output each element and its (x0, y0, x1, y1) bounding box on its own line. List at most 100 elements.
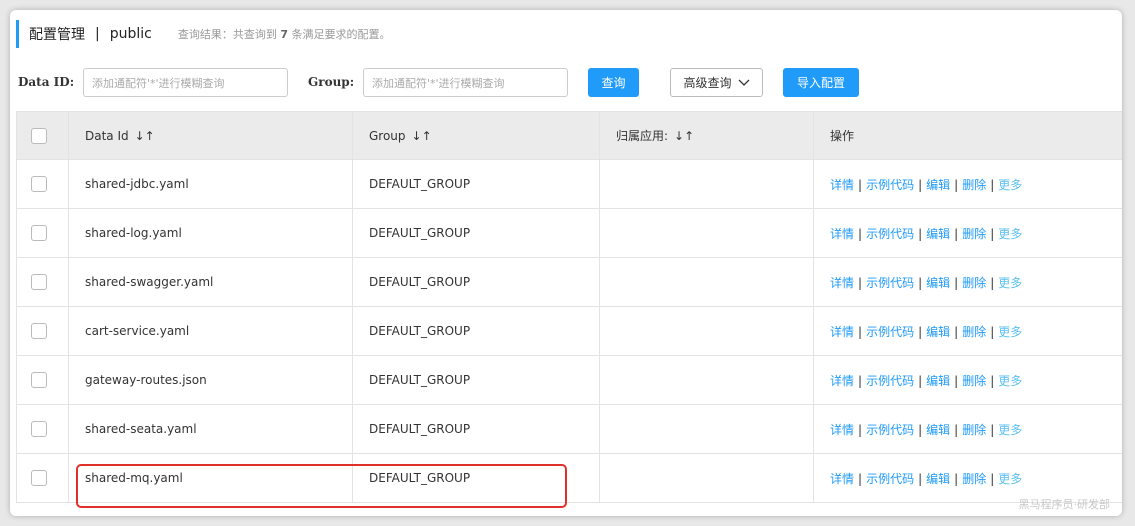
detail-link[interactable]: 详情 (830, 276, 854, 290)
more-link[interactable]: 更多 (998, 276, 1022, 290)
action-separator: | (858, 471, 863, 486)
sample-code-link[interactable]: 示例代码 (866, 423, 914, 437)
namespace-label: public (109, 26, 152, 42)
sample-code-link[interactable]: 示例代码 (866, 374, 914, 388)
delete-link[interactable]: 删除 (962, 423, 986, 437)
action-separator: | (858, 275, 863, 290)
action-separator: | (990, 226, 995, 241)
row-checkbox-cell (16, 159, 69, 209)
group-input[interactable]: 添加通配符'*'进行模糊查询 (363, 68, 568, 97)
action-separator: | (918, 471, 923, 486)
app-cell (599, 208, 814, 258)
select-all-checkbox[interactable] (31, 127, 47, 144)
more-link[interactable]: 更多 (998, 472, 1022, 486)
app-cell (599, 159, 814, 209)
action-separator: | (918, 226, 923, 241)
dataid-input[interactable]: 添加通配符'*'进行模糊查询 (83, 68, 288, 97)
delete-link[interactable]: 删除 (962, 276, 986, 290)
action-separator: | (918, 422, 923, 437)
column-header-operations: 操作 (813, 111, 1122, 160)
action-separator: | (990, 373, 995, 388)
table-row: shared-log.yaml DEFAULT_GROUP 详情 | 示例代码 | 编辑 | 删… (16, 208, 1122, 258)
import-config-button[interactable]: 导入配置 (783, 68, 859, 97)
detail-link[interactable]: 详情 (830, 374, 854, 388)
sample-code-link[interactable]: 示例代码 (866, 227, 914, 241)
column-header-app[interactable]: 归属应用: ↓↑ (599, 111, 814, 160)
app-cell (599, 355, 814, 405)
delete-link[interactable]: 删除 (962, 374, 986, 388)
table-header-row: Data Id ↓↑ Group ↓↑ 归属应用: ↓↑ 操作 (16, 111, 1122, 160)
sample-code-link[interactable]: 示例代码 (866, 472, 914, 486)
row-checkbox-cell (16, 208, 69, 258)
watermark: 黑马程序员·研发部 (1018, 498, 1111, 511)
data-id-cell: shared-jdbc.yaml (68, 159, 353, 209)
title-separator: | (95, 26, 100, 42)
operations-cell: 详情 | 示例代码 | 编辑 | 删除 | 更多 (813, 306, 1122, 356)
config-management-card: 配置管理 | public 查询结果：共查询到 7 条满足要求的配置。 Data… (10, 10, 1122, 516)
detail-link[interactable]: 详情 (830, 227, 854, 241)
delete-link[interactable]: 删除 (962, 472, 986, 486)
edit-link[interactable]: 编辑 (926, 227, 950, 241)
edit-link[interactable]: 编辑 (926, 178, 950, 192)
action-separator: | (918, 275, 923, 290)
operations-cell: 详情 | 示例代码 | 编辑 | 删除 | 更多 (813, 159, 1122, 209)
group-cell: DEFAULT_GROUP (352, 453, 600, 503)
edit-link[interactable]: 编辑 (926, 276, 950, 290)
edit-link[interactable]: 编辑 (926, 325, 950, 339)
row-checkbox[interactable] (31, 176, 47, 192)
more-link[interactable]: 更多 (998, 374, 1022, 388)
edit-link[interactable]: 编辑 (926, 472, 950, 486)
config-table: Data Id ↓↑ Group ↓↑ 归属应用: ↓↑ 操作 shared-jdbc… (16, 111, 1122, 503)
row-checkbox[interactable] (31, 421, 47, 437)
sample-code-link[interactable]: 示例代码 (866, 325, 914, 339)
data-id-cell: shared-seata.yaml (68, 404, 353, 454)
more-link[interactable]: 更多 (998, 178, 1022, 192)
action-separator: | (954, 177, 959, 192)
detail-link[interactable]: 详情 (830, 423, 854, 437)
data-id-cell: shared-log.yaml (68, 208, 353, 258)
delete-link[interactable]: 删除 (962, 325, 986, 339)
sample-code-link[interactable]: 示例代码 (866, 178, 914, 192)
action-separator: | (858, 226, 863, 241)
detail-link[interactable]: 详情 (830, 178, 854, 192)
column-header-group[interactable]: Group ↓↑ (352, 111, 600, 160)
action-separator: | (858, 373, 863, 388)
sort-icon[interactable]: ↓↑ (135, 129, 155, 143)
delete-link[interactable]: 删除 (962, 227, 986, 241)
data-id-cell: cart-service.yaml (68, 306, 353, 356)
row-checkbox[interactable] (31, 274, 47, 290)
column-header-dataid[interactable]: Data Id ↓↑ (68, 111, 353, 160)
row-checkbox[interactable] (31, 470, 47, 486)
sort-icon[interactable]: ↓↑ (674, 129, 694, 143)
action-separator: | (918, 324, 923, 339)
row-checkbox[interactable] (31, 225, 47, 241)
more-link[interactable]: 更多 (998, 325, 1022, 339)
detail-link[interactable]: 详情 (830, 472, 854, 486)
table-row: shared-jdbc.yaml DEFAULT_GROUP 详情 | 示例代码 | 编辑 |… (16, 159, 1122, 209)
edit-link[interactable]: 编辑 (926, 374, 950, 388)
row-checkbox[interactable] (31, 372, 47, 388)
more-link[interactable]: 更多 (998, 423, 1022, 437)
operations-cell: 详情 | 示例代码 | 编辑 | 删除 | 更多 (813, 208, 1122, 258)
action-separator: | (858, 324, 863, 339)
result-count: 7 (280, 28, 288, 41)
row-checkbox[interactable] (31, 323, 47, 339)
sort-icon[interactable]: ↓↑ (412, 129, 432, 143)
query-button[interactable]: 查询 (588, 68, 639, 97)
more-link[interactable]: 更多 (998, 227, 1022, 241)
app-cell (599, 404, 814, 454)
row-checkbox-cell (16, 306, 69, 356)
edit-link[interactable]: 编辑 (926, 423, 950, 437)
row-checkbox-cell (16, 404, 69, 454)
advanced-query-button[interactable]: 高级查询 (670, 68, 763, 97)
detail-link[interactable]: 详情 (830, 325, 854, 339)
action-separator: | (954, 324, 959, 339)
app-cell (599, 257, 814, 307)
sample-code-link[interactable]: 示例代码 (866, 276, 914, 290)
delete-link[interactable]: 删除 (962, 178, 986, 192)
data-id-cell: gateway-routes.json (68, 355, 353, 405)
app-cell (599, 453, 814, 503)
search-bar: Data ID: 添加通配符'*'进行模糊查询 Group: 添加通配符'*'进… (10, 68, 1122, 98)
select-all-cell (16, 111, 69, 160)
table-row: cart-service.yaml DEFAULT_GROUP 详情 | 示例代码 | 编辑… (16, 306, 1122, 356)
